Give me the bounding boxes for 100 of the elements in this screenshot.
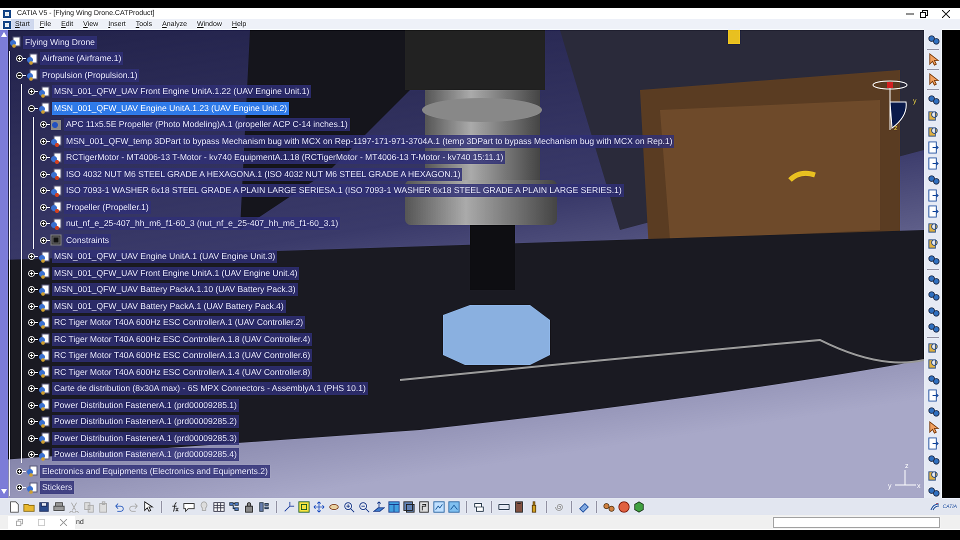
expand-toggle[interactable] bbox=[28, 87, 38, 96]
tree-node-label[interactable]: Power Distribution FastenerA.1 (prd00009285.4) bbox=[52, 448, 239, 462]
expand-toggle[interactable] bbox=[28, 368, 38, 377]
gears-icon[interactable] bbox=[926, 253, 940, 266]
expand-toggle[interactable] bbox=[28, 318, 38, 328]
tree-node-label[interactable]: RC Tiger Motor T40A 600Hz ESC ControllerA.1.3 (UAV Controller.6) bbox=[52, 349, 312, 362]
gears-icon[interactable] bbox=[926, 453, 940, 466]
scroll-up-icon[interactable] bbox=[1, 32, 7, 37]
gears-icon[interactable] bbox=[926, 405, 940, 418]
gears-icon[interactable] bbox=[926, 289, 940, 302]
shading-icon[interactable] bbox=[403, 500, 415, 512]
expand-toggle[interactable] bbox=[28, 384, 38, 394]
expand-toggle[interactable] bbox=[40, 236, 50, 245]
tree-node-label[interactable]: RC Tiger Motor T40A 600Hz ESC ControllerA.1.8 (UAV Controller.4) bbox=[52, 332, 312, 346]
expand-toggle[interactable] bbox=[28, 302, 38, 311]
gears-icon[interactable] bbox=[926, 93, 940, 106]
expand-toggle[interactable] bbox=[28, 417, 38, 426]
tree-node-label[interactable]: RCTigerMotor - MT4006-13 T-Motor - kv740 EquipmentA.1.18 (RCTigerMotor - MT4006-13 T-Motor - kv740 15:11.1) bbox=[64, 151, 506, 164]
table-icon[interactable] bbox=[213, 500, 225, 512]
hierarchy-icon[interactable] bbox=[228, 500, 240, 512]
expand-toggle[interactable] bbox=[28, 104, 38, 113]
bars-icon[interactable] bbox=[258, 500, 270, 512]
printer-icon[interactable] bbox=[53, 500, 65, 512]
gears-icon[interactable] bbox=[926, 33, 940, 46]
close-icon[interactable] bbox=[942, 10, 950, 18]
tree-node-label[interactable]: Airframe (Airframe.1) bbox=[40, 52, 124, 66]
document-icon[interactable] bbox=[926, 389, 940, 402]
document-icon[interactable] bbox=[926, 141, 940, 154]
expand-toggle[interactable] bbox=[16, 466, 26, 476]
expand-toggle[interactable] bbox=[16, 54, 26, 64]
tree-node-label[interactable]: Power Distribution FastenerA.1 (prd00009285.2) bbox=[52, 415, 239, 428]
expand-toggle[interactable] bbox=[16, 483, 26, 492]
expand-toggle[interactable] bbox=[16, 70, 26, 80]
tree-node-label[interactable]: MSN_001_QFW_UAV Front Engine UnitA.1.22 (UAV Engine Unit.1) bbox=[52, 85, 312, 98]
document-icon[interactable] bbox=[926, 205, 940, 218]
tree-node-label[interactable]: Carte de distribution (8x30A max) - 6S MPX Connectors - AssemblyA.1 (PHS 10.1) bbox=[52, 382, 368, 396]
tree-node-label[interactable]: MSN_001_QFW_UAV Engine UnitA.1 (UAV Engine Unit.3) bbox=[52, 250, 278, 264]
part-icon[interactable] bbox=[926, 237, 940, 250]
speech-bubble-icon[interactable] bbox=[183, 500, 195, 512]
gears-icon[interactable] bbox=[926, 173, 940, 186]
tree-node-label[interactable]: Propulsion (Propulsion.1) bbox=[40, 68, 140, 82]
undo-icon[interactable] bbox=[113, 500, 125, 512]
tree-node-label[interactable]: Flying Wing Drone bbox=[23, 36, 97, 49]
expand-toggle[interactable] bbox=[28, 334, 38, 344]
gears-icon[interactable] bbox=[926, 305, 940, 318]
gears-icon[interactable] bbox=[603, 500, 615, 512]
expand-toggle[interactable] bbox=[40, 153, 50, 162]
expand-toggle[interactable] bbox=[28, 400, 38, 410]
help-cursor-icon[interactable] bbox=[143, 500, 155, 512]
gears-icon[interactable] bbox=[926, 485, 940, 498]
tree-node-label[interactable]: MSN_001_QFW_UAV Battery PackA.1 (UAV Battery Pack.4) bbox=[52, 300, 286, 313]
expand-toggle[interactable] bbox=[28, 252, 38, 262]
part-icon[interactable] bbox=[926, 341, 940, 354]
save-icon[interactable] bbox=[38, 500, 50, 512]
tree-node-label[interactable]: ISO 7093-1 WASHER 6x18 STEEL GRADE A PLAIN LARGE SERIESA.1 (ISO 7093-1 WASHER 6x18 STEEL GRADE A PLAIN LARGE SERIES.1) bbox=[64, 184, 624, 198]
cursor-icon[interactable] bbox=[926, 53, 940, 66]
book-icon[interactable] bbox=[513, 500, 525, 512]
cursor-icon[interactable] bbox=[926, 421, 940, 434]
zoom-in-icon[interactable] bbox=[343, 500, 355, 512]
gears-icon[interactable] bbox=[926, 373, 940, 386]
tree-node-label[interactable]: nut_nf_e_25-407_hh_m6_f1-60_3 (nut_nf_e_25-407_hh_m6_f1-60_3.1) bbox=[64, 217, 340, 230]
part-icon[interactable] bbox=[926, 357, 940, 370]
expand-toggle[interactable] bbox=[28, 351, 38, 360]
lock-icon[interactable] bbox=[243, 500, 255, 512]
picture-icon[interactable] bbox=[448, 500, 460, 512]
window-icon[interactable] bbox=[388, 500, 400, 512]
expand-toggle[interactable] bbox=[28, 285, 38, 294]
tree-node-label[interactable]: APC 11x5.5E Propeller (Photo Modeling)A.1 (propeller ACP C-14 inches.1) bbox=[64, 118, 350, 132]
tree-node-label[interactable]: MSN_001_QFW_temp 3DPart to bypass Mechanism bug with MCX on Rep-1197-171-971-3704A.1 (temp 3DPart to bypass Mechanism bug with MCX on Rep.1) bbox=[64, 134, 674, 148]
expand-toggle[interactable] bbox=[40, 170, 50, 179]
expand-toggle[interactable] bbox=[40, 202, 50, 212]
update-icon[interactable] bbox=[473, 500, 485, 512]
expand-toggle[interactable] bbox=[40, 120, 50, 130]
tree-node-label[interactable]: Power Distribution FastenerA.1 (prd00009285.1) bbox=[52, 398, 239, 412]
tree-node-label[interactable]: Propeller (Propeller.1) bbox=[64, 200, 151, 214]
expand-toggle[interactable] bbox=[40, 219, 50, 228]
cursor-icon[interactable] bbox=[926, 73, 940, 86]
tree-node-label[interactable]: Power Distribution FastenerA.1 (prd00009285.3) bbox=[52, 432, 239, 445]
expand-toggle[interactable] bbox=[28, 268, 38, 278]
tree-node-label[interactable]: MSN_001_QFW_UAV Front Engine UnitA.1 (UAV Engine Unit.4) bbox=[52, 266, 300, 280]
gears-icon[interactable] bbox=[926, 273, 940, 286]
document-icon[interactable] bbox=[926, 189, 940, 202]
part-icon[interactable] bbox=[926, 469, 940, 482]
tree-node-label[interactable]: MSN_001_QFW_UAV Battery PackA.1.10 (UAV Battery Pack.3) bbox=[52, 283, 298, 296]
restore-icon[interactable] bbox=[920, 10, 928, 18]
expand-toggle[interactable] bbox=[28, 450, 38, 460]
gears-icon[interactable] bbox=[926, 321, 940, 334]
tree-node-label[interactable]: Stickers bbox=[40, 481, 74, 494]
expand-toggle[interactable] bbox=[40, 186, 50, 196]
tree-node-label[interactable]: RC Tiger Motor T40A 600Hz ESC ControllerA.1 (UAV Controller.2) bbox=[52, 316, 306, 330]
tree-node-label[interactable]: MSN_001_QFW_UAV Engine UnitA.1.23 (UAV Engine Unit.2) bbox=[52, 102, 290, 115]
axes-icon[interactable] bbox=[283, 500, 295, 512]
expand-toggle[interactable] bbox=[28, 434, 38, 443]
tree-node-label[interactable]: RC Tiger Motor T40A 600Hz ESC ControllerA.1.4 (UAV Controller.8) bbox=[52, 366, 312, 379]
fit-all-icon[interactable] bbox=[298, 500, 310, 512]
document-icon[interactable] bbox=[926, 157, 940, 170]
tree-node-label[interactable]: ISO 4032 NUT M6 STEEL GRADE A HEXAGONA.1 (ISO 4032 NUT M6 STEEL GRADE A HEXAGON.1) bbox=[64, 168, 462, 181]
expand-toggle[interactable] bbox=[40, 136, 50, 146]
part-icon[interactable] bbox=[926, 221, 940, 234]
tree-node-label[interactable]: Constraints bbox=[64, 234, 111, 247]
